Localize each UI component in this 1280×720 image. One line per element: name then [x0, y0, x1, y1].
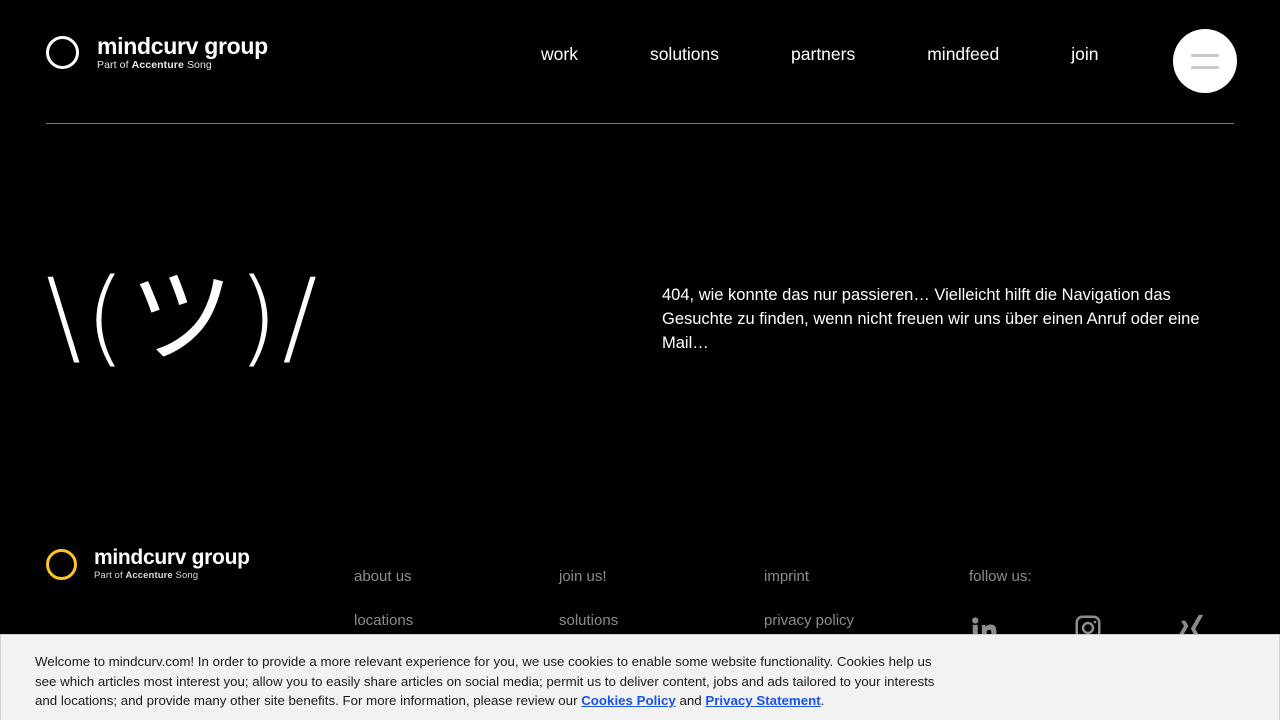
- footer-brand-tagline: Part of Accenture Song: [94, 570, 199, 582]
- shrug-emoticon: \(ツ)/: [46, 256, 322, 378]
- footer-link-join-us[interactable]: join us!: [559, 555, 764, 599]
- cookie-text-period: .: [820, 693, 825, 709]
- hamburger-menu-icon[interactable]: [1173, 29, 1237, 93]
- cookie-consent-banner: Welcome to mindcurv.com! In order to pro…: [0, 634, 1280, 720]
- cookie-text-and: and: [675, 693, 706, 709]
- nav-item-mindfeed[interactable]: mindfeed: [891, 42, 1035, 66]
- privacy-statement-link[interactable]: Privacy Statement: [705, 693, 820, 708]
- footer-brand-text-block: mindcurv group Part of Accenture Song: [94, 546, 250, 582]
- footer-column-legal: imprint privacy policy: [764, 555, 969, 643]
- footer-column-company: about us locations: [354, 555, 559, 643]
- footer-column-social: follow us:: [969, 555, 1279, 643]
- footer-link-about-us[interactable]: about us: [354, 555, 559, 599]
- follow-us-label: follow us:: [969, 568, 1032, 585]
- brand-tagline: Part of Accenture Song: [97, 59, 212, 72]
- footer-link-imprint[interactable]: imprint: [764, 555, 969, 599]
- circle-outline-icon: [46, 36, 79, 70]
- cookie-banner-text: Welcome to mindcurv.com! In order to pro…: [35, 652, 950, 711]
- error-message: 404, wie konnte das nur passieren… Viell…: [662, 286, 1200, 352]
- hamburger-line-top: [1191, 53, 1219, 57]
- brand-name: mindcurv group: [97, 33, 268, 59]
- footer-link-columns: about us locations join us! solutions im…: [354, 555, 1279, 643]
- footer-brand-name: mindcurv group: [94, 546, 250, 569]
- header-logo[interactable]: mindcurv group Part of Accenture Song: [46, 34, 268, 72]
- nav-item-solutions[interactable]: solutions: [614, 42, 755, 66]
- nav-item-join[interactable]: join: [1035, 42, 1134, 66]
- footer-column-careers: join us! solutions: [559, 555, 764, 643]
- nav-item-work[interactable]: work: [505, 42, 614, 66]
- site-header: mindcurv group Part of Accenture Song wo…: [0, 0, 1280, 124]
- hamburger-line-bottom: [1191, 65, 1219, 69]
- nav-item-partners[interactable]: partners: [755, 42, 891, 66]
- cookies-policy-link[interactable]: Cookies Policy: [581, 693, 676, 708]
- circle-outline-gold-icon: [46, 548, 77, 580]
- brand-text-block: mindcurv group Part of Accenture Song: [97, 34, 268, 72]
- primary-navigation: work solutions partners mindfeed join: [505, 42, 1134, 66]
- footer-logo[interactable]: mindcurv group Part of Accenture Song: [46, 546, 250, 582]
- error-page-main: \(ツ)/ 404, wie konnte das nur passieren……: [0, 123, 1280, 523]
